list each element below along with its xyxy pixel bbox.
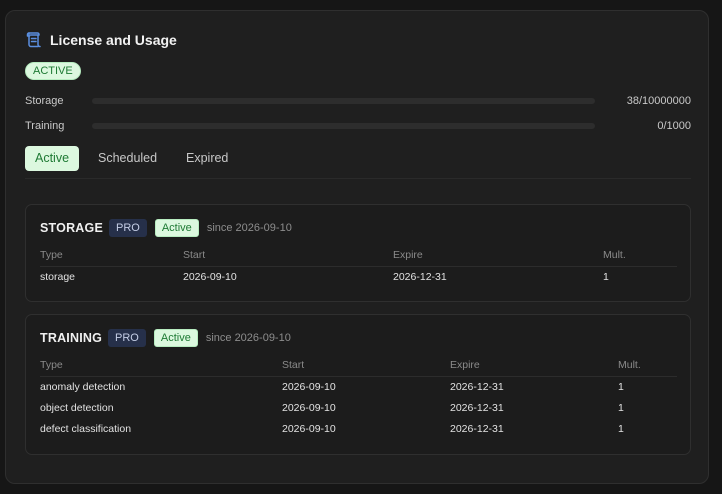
column-header: Type (40, 359, 282, 377)
status-badge: Active (154, 219, 199, 237)
usage-progress-bar (92, 123, 595, 129)
card-header: STORAGE PRO Active since 2026-09-10 (40, 219, 292, 237)
column-header: Start (183, 249, 393, 267)
license-scroll-icon (25, 31, 41, 48)
status-badge: Active (153, 329, 198, 347)
cell-multiplier: 1 (618, 422, 624, 435)
cell-type: defect classification (40, 422, 132, 435)
usage-value: 0/1000 (657, 120, 691, 132)
cell-expire: 2026-12-31 (450, 422, 504, 435)
cell-multiplier: 1 (603, 270, 609, 283)
column-header: Expire (450, 359, 618, 377)
column-header: Mult. (618, 359, 677, 377)
panel-header: License and Usage (25, 31, 177, 48)
tab-active[interactable]: Active (25, 146, 80, 171)
table-header-row: Type Start Expire Mult. (40, 359, 677, 377)
license-panel: License and Usage ACTIVE Storage 38/1000… (5, 10, 709, 484)
column-header: Start (282, 359, 450, 377)
license-table: Type Start Expire Mult. anomaly detectio… (40, 359, 677, 439)
cell-multiplier: 1 (618, 401, 624, 414)
cell-type: object detection (40, 401, 114, 414)
tab-scheduled[interactable]: Scheduled (98, 146, 157, 171)
storage-license-card: STORAGE PRO Active since 2026-09-10 Type… (25, 204, 691, 302)
tier-badge: PRO (109, 219, 147, 237)
cell-start: 2026-09-10 (282, 401, 336, 414)
table-row: storage 2026-09-10 2026-12-31 1 (40, 266, 677, 287)
table-header-row: Type Start Expire Mult. (40, 249, 677, 267)
cell-type: storage (40, 270, 76, 283)
column-header: Mult. (603, 249, 677, 267)
since-date: since 2026-09-10 (205, 332, 291, 344)
usage-progress-bar (92, 98, 595, 104)
cell-start: 2026-09-10 (282, 422, 336, 435)
table-row: defect classification 2026-09-10 2026-12… (40, 418, 677, 439)
cell-multiplier: 1 (618, 380, 624, 393)
column-header: Type (40, 249, 183, 267)
tier-badge: PRO (108, 329, 146, 347)
column-header: Expire (393, 249, 603, 267)
tab-expired[interactable]: Expired (186, 146, 228, 171)
license-tabs: Active Scheduled Expired (25, 146, 691, 179)
cell-expire: 2026-12-31 (450, 380, 504, 393)
usage-row-storage: Storage 38/10000000 (25, 94, 691, 108)
usage-label: Training (25, 120, 65, 132)
cell-expire: 2026-12-31 (393, 270, 447, 283)
usage-label: Storage (25, 95, 64, 107)
card-title: STORAGE (40, 221, 103, 235)
license-status-badge: ACTIVE (25, 62, 81, 80)
card-header: TRAINING PRO Active since 2026-09-10 (40, 329, 291, 347)
card-title: TRAINING (40, 331, 103, 345)
table-row: object detection 2026-09-10 2026-12-31 1 (40, 397, 677, 418)
table-row: anomaly detection 2026-09-10 2026-12-31 … (40, 376, 677, 397)
cell-start: 2026-09-10 (282, 380, 336, 393)
license-table: Type Start Expire Mult. storage 2026-09-… (40, 249, 677, 287)
cell-type: anomaly detection (40, 380, 126, 393)
since-date: since 2026-09-10 (206, 222, 292, 234)
training-license-card: TRAINING PRO Active since 2026-09-10 Typ… (25, 314, 691, 455)
cell-expire: 2026-12-31 (450, 401, 504, 414)
cell-start: 2026-09-10 (183, 270, 237, 283)
usage-value: 38/10000000 (626, 95, 691, 107)
page-title: License and Usage (50, 31, 177, 48)
usage-row-training: Training 0/1000 (25, 119, 691, 133)
